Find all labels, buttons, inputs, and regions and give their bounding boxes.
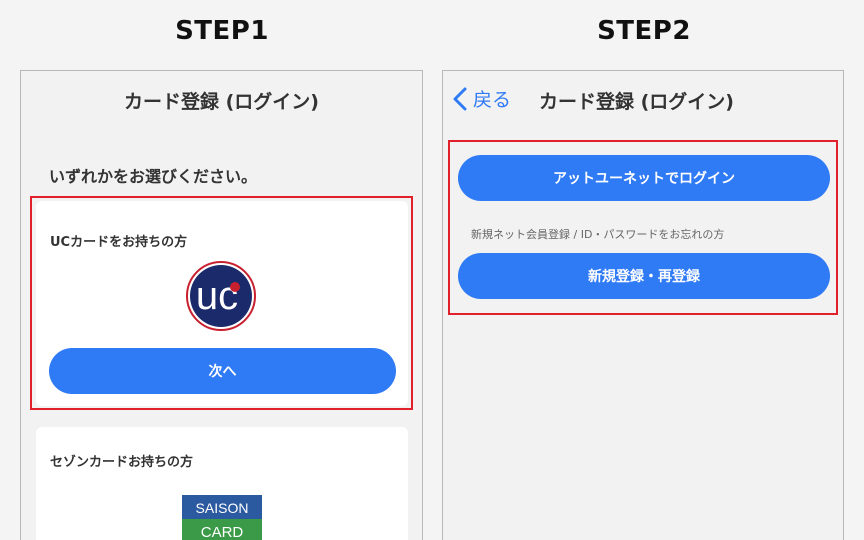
chevron-left-icon xyxy=(453,87,467,110)
uc-card-panel: UCカードをお持ちの方 uc 次へ xyxy=(36,201,408,406)
page-title: カード登録 (ログイン) xyxy=(539,91,734,113)
step1-title: STEP1 xyxy=(175,16,269,46)
uc-logo-text: uc xyxy=(196,274,238,318)
back-link[interactable]: 戻る xyxy=(453,85,511,112)
register-button[interactable]: 新規登録・再登録 xyxy=(458,253,830,299)
register-note: 新規ネット会員登録 / ID・パスワードをお忘れの方 xyxy=(471,228,725,241)
select-prompt: いずれかをお選びください。 xyxy=(49,167,258,186)
step2-screen: 戻る カード登録 (ログイン) アットユーネットでログイン 新規ネット会員登録 … xyxy=(442,70,844,540)
saison-card-label: セゾンカードお持ちの方 xyxy=(50,455,194,470)
back-label: 戻る xyxy=(473,89,512,111)
atunet-login-button[interactable]: アットユーネットでログイン xyxy=(458,155,830,201)
next-button[interactable]: 次へ xyxy=(49,348,396,394)
step1-screen: カード登録 (ログイン) いずれかをお選びください。 UCカードをお持ちの方 u… xyxy=(20,70,423,540)
saison-logo-line2: CARD xyxy=(201,524,244,540)
uc-card-label: UCカードをお持ちの方 xyxy=(50,235,188,250)
saison-card-logo: SAISON CARD xyxy=(182,495,262,540)
page-title: カード登録 (ログイン) xyxy=(124,91,319,113)
saison-card-panel: セゾンカードお持ちの方 SAISON CARD xyxy=(36,427,408,540)
uc-card-logo: uc xyxy=(186,261,256,331)
saison-logo-line1: SAISON xyxy=(196,500,249,516)
step2-title: STEP2 xyxy=(597,16,691,46)
